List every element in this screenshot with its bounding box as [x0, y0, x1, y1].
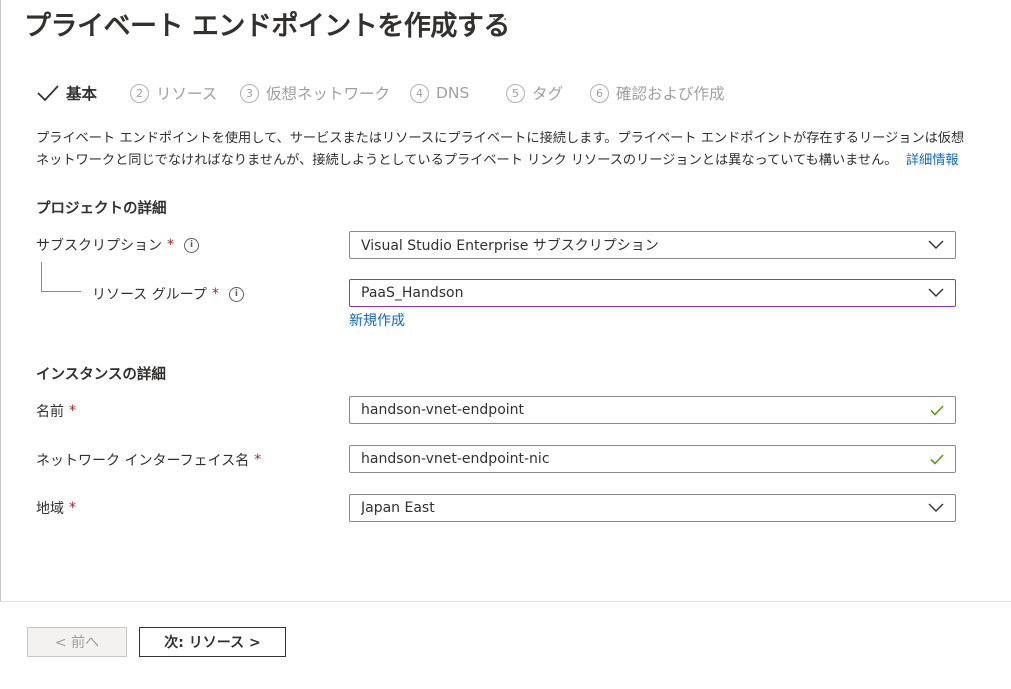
required-marker: * [254, 452, 262, 468]
region-value: Japan East [361, 500, 435, 516]
info-icon[interactable]: i [228, 286, 244, 302]
more-options-icon[interactable]: ··· [492, 12, 508, 28]
tab-label: 仮想ネットワーク [266, 85, 391, 103]
resource-group-dropdown[interactable]: PaaS_Handson [349, 279, 956, 307]
tab-label: リソース [156, 85, 218, 103]
resource-group-label-text: リソース グループ [92, 287, 207, 303]
description: プライベート エンドポイントを使用して、サービスまたはリソースにプライベートに接… [36, 128, 966, 172]
subscription-label: サブスクリプション * i [36, 235, 199, 255]
learn-more-link[interactable]: 詳細情報 [906, 153, 959, 168]
instance-details-heading: インスタンスの詳細 [36, 367, 166, 383]
chevron-down-icon [928, 240, 944, 249]
subscription-dropdown[interactable]: Visual Studio Enterprise サブスクリプション [349, 231, 956, 259]
next-resources-button[interactable]: 次: リソース > [139, 627, 286, 657]
step-number: 4 [410, 83, 429, 103]
previous-button[interactable]: < 前へ [27, 627, 127, 657]
region-label-text: 地域 [36, 501, 64, 517]
subscription-label-text: サブスクリプション [36, 238, 162, 254]
wizard-tabs: 基本 2 リソース 3 仮想ネットワーク 4 DNS 5 タグ 6 確認および作… [36, 80, 756, 106]
region-label: 地域 * [36, 498, 76, 518]
required-marker: * [167, 237, 174, 253]
name-input[interactable]: handson-vnet-endpoint [349, 396, 956, 424]
name-label: 名前 * [36, 401, 76, 421]
tab-review-create[interactable]: 6 確認および作成 [590, 80, 725, 106]
tree-connector [41, 262, 42, 292]
nic-name-input[interactable]: handson-vnet-endpoint-nic [349, 445, 956, 473]
step-number: 3 [240, 83, 259, 103]
resource-group-value: PaaS_Handson [361, 285, 464, 301]
footer-divider [0, 601, 1011, 602]
tree-connector [41, 291, 81, 292]
step-number: 2 [130, 83, 149, 103]
required-marker: * [69, 403, 76, 419]
tab-resources[interactable]: 2 リソース [130, 80, 217, 106]
tab-label: タグ [532, 85, 564, 103]
checkmark-icon [37, 85, 59, 102]
chevron-down-icon [928, 288, 944, 297]
tab-tags[interactable]: 5 タグ [506, 80, 563, 106]
nic-name-label-text: ネットワーク インターフェイス名 [36, 453, 250, 469]
name-label-text: 名前 [36, 404, 64, 420]
description-text: プライベート エンドポイントを使用して、サービスまたはリソースにプライベートに接… [36, 131, 965, 168]
window-left-border [0, 0, 1, 601]
required-marker: * [69, 500, 76, 516]
subscription-value: Visual Studio Enterprise サブスクリプション [361, 238, 659, 254]
tab-label: 確認および作成 [616, 85, 725, 103]
tab-label: DNS [436, 84, 470, 102]
create-new-link[interactable]: 新規作成 [349, 310, 405, 330]
tab-virtual-network[interactable]: 3 仮想ネットワーク [240, 80, 390, 106]
step-number: 6 [590, 83, 609, 103]
info-icon[interactable]: i [184, 237, 199, 253]
nic-name-label: ネットワーク インターフェイス名 * [36, 450, 261, 470]
chevron-down-icon [928, 503, 944, 512]
resource-group-label: リソース グループ * i [92, 284, 244, 304]
valid-check-icon [930, 453, 944, 465]
nic-name-value: handson-vnet-endpoint-nic [361, 451, 550, 467]
step-number: 5 [506, 83, 525, 103]
page-title: プライベート エンドポイントを作成する [24, 11, 510, 42]
tab-dns[interactable]: 4 DNS [410, 80, 469, 106]
region-dropdown[interactable]: Japan East [349, 494, 956, 522]
name-value: handson-vnet-endpoint [361, 402, 525, 418]
tab-label: 基本 [66, 85, 98, 103]
project-details-heading: プロジェクトの詳細 [36, 201, 167, 217]
valid-check-icon [930, 404, 944, 416]
required-marker: * [211, 286, 219, 302]
tab-basics[interactable]: 基本 [36, 80, 97, 106]
